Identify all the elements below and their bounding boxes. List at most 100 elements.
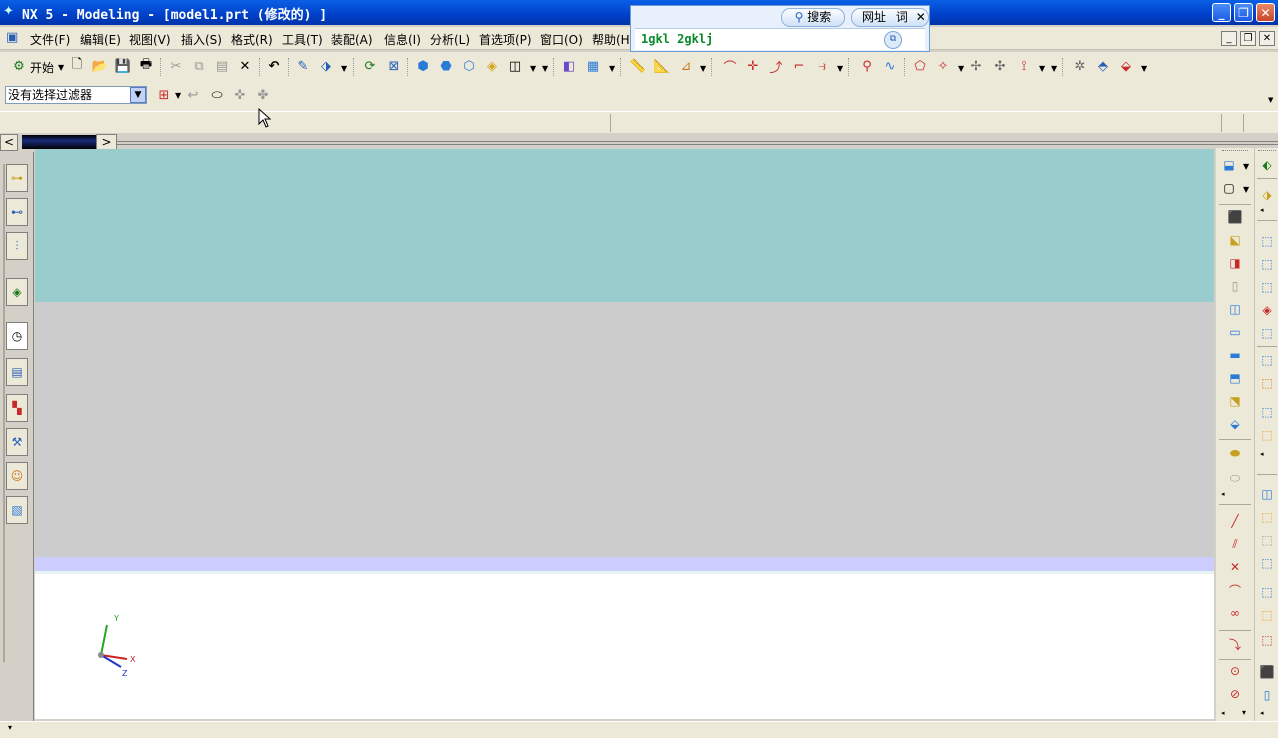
- trim-sheet-icon[interactable]: ⬚: [1258, 403, 1276, 421]
- groove-icon[interactable]: ⬒: [1226, 369, 1244, 387]
- constraint-navigator-icon[interactable]: ⊷: [6, 198, 28, 226]
- through-mesh-icon[interactable]: ⬚: [1258, 278, 1276, 296]
- extrude-icon[interactable]: ⬛: [1226, 208, 1244, 226]
- unite-icon[interactable]: ⬔: [1226, 392, 1244, 410]
- shaded-icon[interactable]: ⬢: [414, 57, 432, 75]
- sheet-icon[interactable]: ⬗: [1258, 186, 1276, 204]
- sketch-icon[interactable]: ◧: [560, 57, 578, 75]
- refresh-icon[interactable]: ⟳: [361, 57, 379, 75]
- delete-icon[interactable]: ✕: [236, 57, 254, 75]
- dict-tab-label[interactable]: 词: [896, 10, 908, 24]
- measure-distance-icon[interactable]: 📏: [629, 57, 647, 75]
- pad-icon[interactable]: ▭: [1226, 323, 1244, 341]
- subtract-icon[interactable]: ⬙: [1226, 415, 1244, 433]
- maximize-button[interactable]: ❐: [1234, 3, 1253, 22]
- line-icon[interactable]: ╱: [1226, 512, 1244, 530]
- palettes-icon[interactable]: ▚: [6, 394, 28, 422]
- draft-icon[interactable]: ⬚: [1258, 583, 1276, 601]
- chevron-down-icon[interactable]: ▾: [8, 723, 12, 732]
- select-all-icon[interactable]: ⬭: [208, 86, 226, 104]
- menu-edit[interactable]: 编辑(E): [80, 31, 121, 48]
- section-curve-icon[interactable]: ✢: [967, 57, 985, 75]
- search-tab[interactable]: ⚲ 搜索: [781, 8, 845, 27]
- doc-close-button[interactable]: ✕: [1259, 31, 1275, 46]
- revolve-icon[interactable]: ⬕: [1226, 231, 1244, 249]
- copy-icon[interactable]: ⧉: [190, 57, 208, 75]
- cylinder-icon[interactable]: ⬚: [1258, 508, 1276, 526]
- cut-icon[interactable]: ✂: [167, 57, 185, 75]
- chamfer-icon[interactable]: ⬚: [1258, 631, 1276, 649]
- start-dropdown-icon[interactable]: ▼: [58, 63, 64, 72]
- system-materials-icon[interactable]: ▤: [6, 358, 28, 386]
- menu-window[interactable]: 窗口(O): [540, 31, 583, 48]
- menu-preferences[interactable]: 首选项(P): [479, 31, 532, 48]
- sketch-plane-icon[interactable]: ⬓: [1220, 156, 1238, 174]
- fillet-curve-icon[interactable]: ⌐: [790, 57, 808, 75]
- history-icon[interactable]: ◷: [6, 322, 28, 350]
- menu-view[interactable]: 视图(V): [129, 31, 171, 48]
- point-snap-icon[interactable]: ✜: [231, 86, 249, 104]
- open-folder-icon[interactable]: 📂: [91, 57, 109, 75]
- feature-playback-icon[interactable]: ⬙: [1117, 57, 1135, 75]
- copy-icon[interactable]: ⧉: [884, 31, 902, 49]
- reuse-library-icon[interactable]: ◈: [6, 278, 28, 306]
- paste-icon[interactable]: ▤: [213, 57, 231, 75]
- extract-icon[interactable]: ⬠: [911, 57, 929, 75]
- process-studio-icon[interactable]: ⚒: [6, 428, 28, 456]
- bridge-curve-icon[interactable]: ⤴: [767, 57, 785, 76]
- edit-feature-icon[interactable]: ⬘: [1094, 57, 1112, 75]
- menu-format[interactable]: 格式(R): [231, 31, 273, 48]
- system-scene-icon[interactable]: ▧: [6, 496, 28, 524]
- snap-point-icon[interactable]: ✲: [1071, 57, 1089, 75]
- circle-tangent-icon[interactable]: ∞: [1226, 604, 1244, 622]
- circle-icon[interactable]: ⊙: [1226, 662, 1244, 680]
- return-icon[interactable]: ↩: [184, 86, 202, 104]
- shell-icon[interactable]: ⬛: [1258, 663, 1276, 681]
- point-icon[interactable]: ⚲: [858, 57, 876, 75]
- menu-info[interactable]: 信息(I): [384, 31, 421, 48]
- assembly-navigator-icon[interactable]: ⊶: [6, 164, 28, 192]
- pocket-icon[interactable]: ◫: [1226, 300, 1244, 318]
- print-icon[interactable]: 🖶: [137, 57, 155, 75]
- selection-tool-icon[interactable]: ⬗: [317, 57, 335, 75]
- menu-help[interactable]: 帮助(H: [592, 31, 630, 48]
- save-icon[interactable]: 💾: [114, 57, 132, 75]
- menu-analysis[interactable]: 分析(L): [430, 31, 470, 48]
- swept-icon[interactable]: ◈: [1258, 301, 1276, 319]
- through-curves-icon[interactable]: ⬚: [1258, 255, 1276, 273]
- views-icon[interactable]: ◫: [506, 57, 524, 75]
- measure-body-icon[interactable]: ⊿: [677, 57, 695, 75]
- trim-icon[interactable]: ✛: [744, 57, 762, 75]
- sew-icon[interactable]: ⬭: [1226, 469, 1244, 487]
- chevron-down-icon[interactable]: ▼: [130, 87, 146, 103]
- menu-insert[interactable]: 插入(S): [181, 31, 222, 48]
- minimize-button[interactable]: _: [1212, 3, 1231, 22]
- parallel-line-icon[interactable]: ⫽: [1226, 535, 1244, 553]
- intersect-curve-icon[interactable]: ✧: [934, 57, 952, 75]
- circle-edit-icon[interactable]: ⊘: [1226, 685, 1244, 703]
- measure-angle-icon[interactable]: 📐: [653, 57, 671, 75]
- extension-icon[interactable]: ⬚: [1258, 351, 1276, 369]
- tab-scroll-left-button[interactable]: <: [0, 134, 18, 151]
- offset-surface-icon[interactable]: ⬚: [1258, 374, 1276, 392]
- curve-snap-icon[interactable]: ✤: [254, 86, 272, 104]
- hole-icon[interactable]: ◨: [1226, 254, 1244, 272]
- doc-minimize-button[interactable]: _: [1221, 31, 1237, 46]
- slot-icon[interactable]: ▬: [1226, 346, 1244, 364]
- menu-tools[interactable]: 工具(T): [282, 31, 323, 48]
- graphics-window[interactable]: Y X Z: [35, 149, 1214, 719]
- doc-restore-button[interactable]: ❐: [1240, 31, 1256, 46]
- spline-icon[interactable]: ∿: [881, 57, 899, 75]
- active-tab[interactable]: [22, 135, 96, 149]
- face-icon[interactable]: ⬖: [1258, 156, 1276, 174]
- menu-file[interactable]: 文件(F): [30, 31, 70, 48]
- part-navigator-icon[interactable]: ⫶: [6, 232, 28, 260]
- snap-filter-icon[interactable]: ⊞: [155, 86, 173, 104]
- wrap-curve-icon[interactable]: ⟟: [1015, 57, 1033, 75]
- search-input[interactable]: 1gkl 2gklj: [635, 28, 925, 50]
- url-tab[interactable]: 网址 词 ✕: [851, 8, 929, 27]
- thicken-icon[interactable]: ⬚: [1258, 426, 1276, 444]
- close-button[interactable]: ✕: [1256, 3, 1275, 22]
- roles-icon[interactable]: ☺: [6, 462, 28, 490]
- offset-curve-icon[interactable]: ⥽: [813, 57, 831, 75]
